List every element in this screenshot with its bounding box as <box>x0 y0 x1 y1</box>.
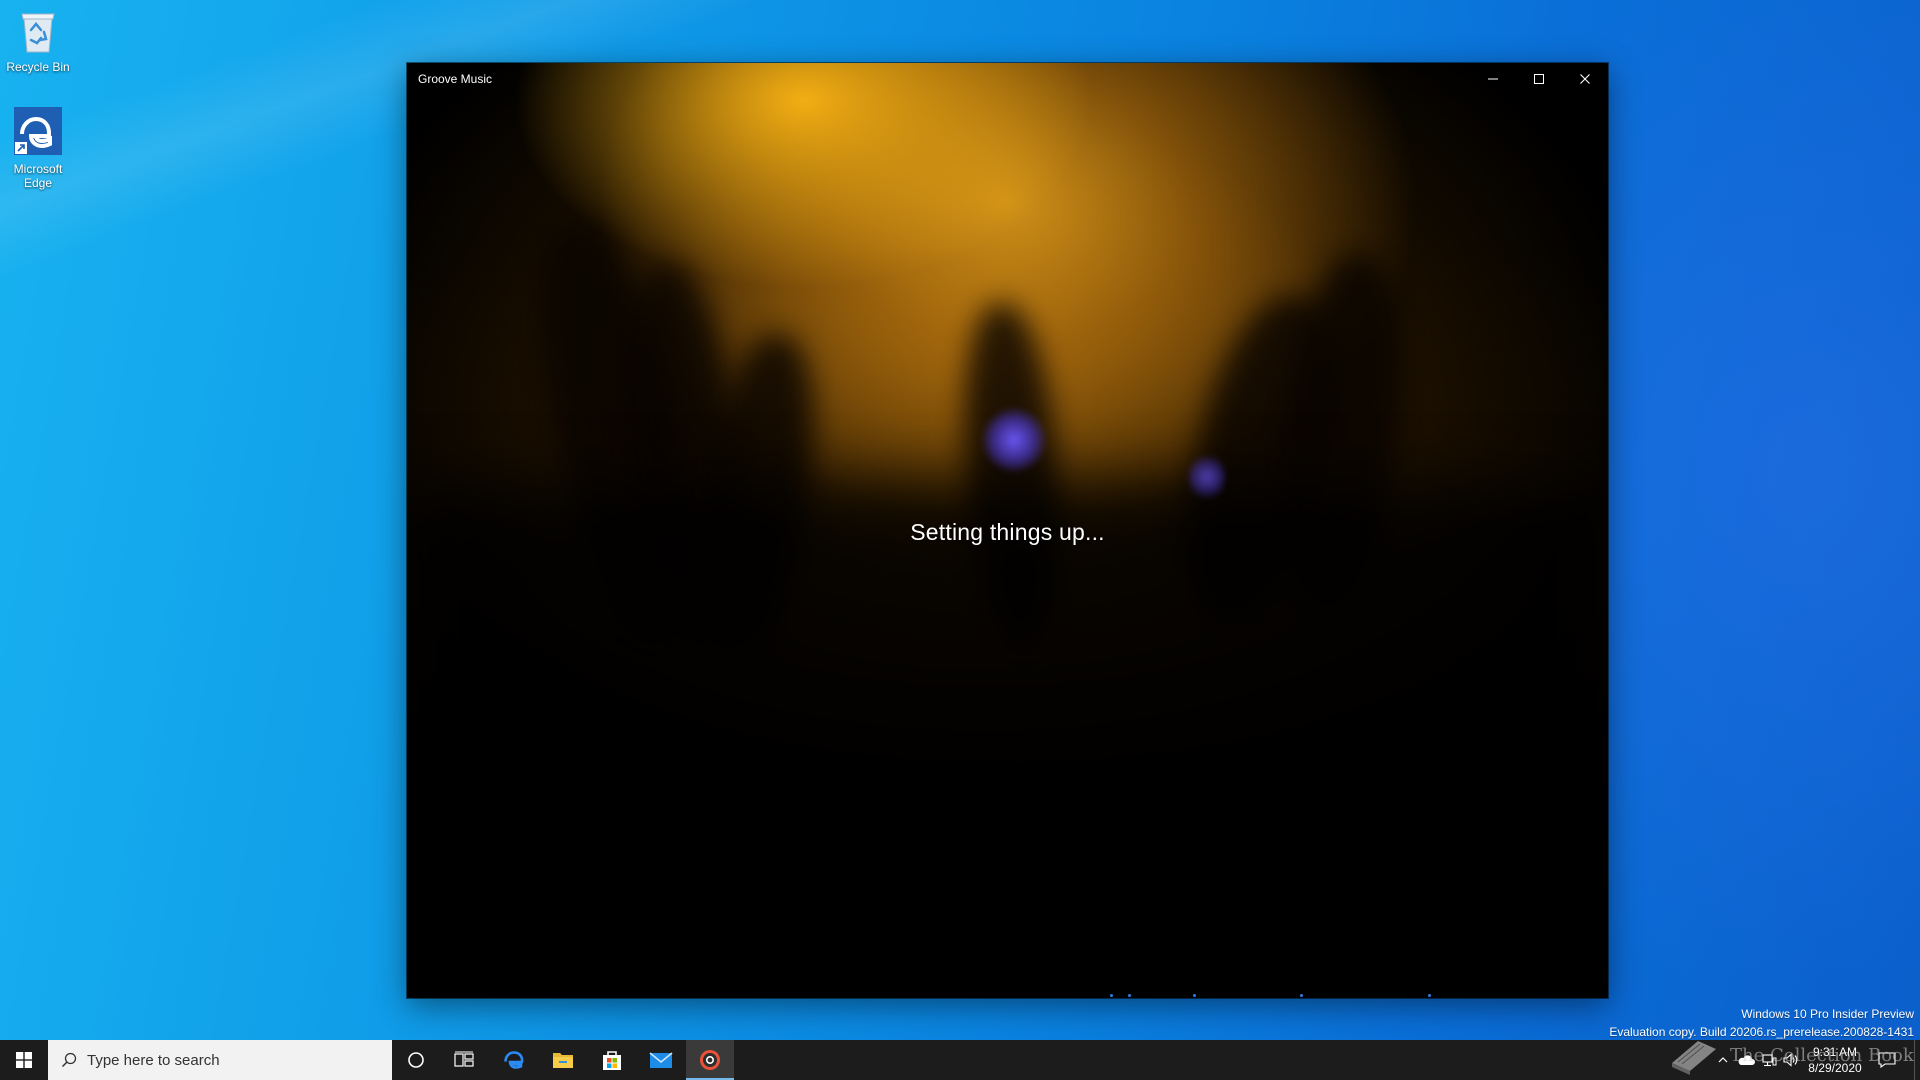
watermark-edition: Windows 10 Pro Insider Preview <box>1741 1007 1914 1021</box>
edge-icon <box>504 1051 524 1069</box>
splash-light-orb <box>1189 453 1225 501</box>
start-button[interactable] <box>0 1040 48 1080</box>
desktop-icon-label: Microsoft Edge <box>13 162 63 190</box>
desktop-icon-label: Recycle Bin <box>6 60 70 74</box>
splash-light-orb <box>982 408 1046 472</box>
progress-dot <box>1300 994 1303 997</box>
taskbar-store-button[interactable] <box>588 1040 636 1080</box>
title-bar[interactable]: Groove Music <box>407 63 1608 95</box>
collection-book-logo: The Collection Book <box>1668 1033 1918 1077</box>
logo-text: The Collection Book <box>1730 1044 1914 1066</box>
maximize-button[interactable] <box>1516 63 1562 95</box>
close-button[interactable] <box>1562 63 1608 95</box>
loading-progress-dots <box>407 992 1608 998</box>
taskbar-mail-button[interactable] <box>637 1040 685 1080</box>
taskbar-file-explorer-button[interactable] <box>539 1040 587 1080</box>
progress-dot <box>1110 994 1113 997</box>
groove-music-window[interactable]: Groove Music Setting things up... <box>407 63 1608 998</box>
task-view-icon <box>454 1051 474 1067</box>
groove-music-icon <box>700 1050 720 1070</box>
splash-shadow <box>407 483 1608 998</box>
window-title: Groove Music <box>418 72 493 86</box>
taskbar-search-box[interactable]: Type here to search <box>48 1040 392 1080</box>
minimize-button[interactable] <box>1470 63 1516 95</box>
search-placeholder: Type here to search <box>87 1051 220 1069</box>
taskbar-groove-music-button[interactable] <box>686 1040 734 1080</box>
cortana-button[interactable] <box>392 1040 440 1080</box>
search-icon <box>61 1052 77 1068</box>
progress-dot <box>1428 994 1431 997</box>
windows-logo-icon <box>16 1052 32 1068</box>
mail-icon <box>649 1052 673 1068</box>
close-icon <box>1580 74 1590 84</box>
taskbar-edge-button[interactable] <box>490 1040 538 1080</box>
file-explorer-icon <box>553 1053 573 1068</box>
cortana-icon <box>408 1052 424 1068</box>
minimize-icon <box>1488 78 1498 80</box>
store-icon <box>603 1051 621 1070</box>
desktop-icon-microsoft-edge[interactable]: Microsoft Edge <box>4 106 72 190</box>
taskbar[interactable]: Type here to search 9:31 AM 8/29/2020 <box>0 1040 1920 1080</box>
recycle-bin-icon <box>4 8 72 57</box>
progress-dot <box>1128 994 1131 997</box>
desktop-icon-recycle-bin[interactable]: Recycle Bin <box>4 8 72 74</box>
progress-dot <box>1193 994 1196 997</box>
book-logo-icon <box>1672 1041 1716 1075</box>
task-view-button[interactable] <box>440 1040 488 1080</box>
edge-icon <box>4 106 72 159</box>
maximize-icon <box>1534 74 1544 84</box>
loading-status-text: Setting things up... <box>910 519 1105 545</box>
